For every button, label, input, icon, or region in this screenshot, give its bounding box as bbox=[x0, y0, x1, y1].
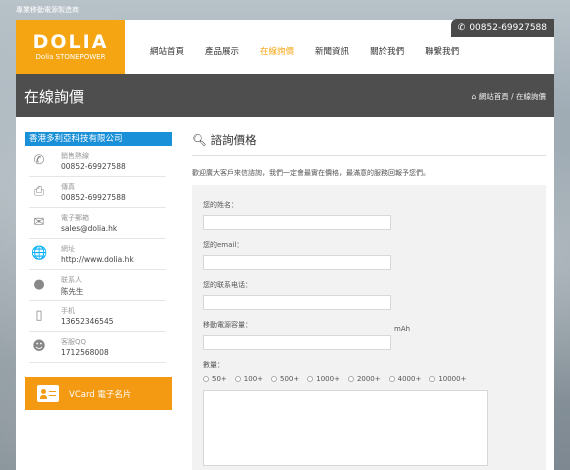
fax-icon: ⎙ bbox=[33, 184, 45, 199]
contact-label: 手机 bbox=[61, 307, 75, 315]
contact-value[interactable]: http://www.dolia.hk bbox=[61, 255, 166, 264]
quantity-radio[interactable]: 4000+ bbox=[388, 375, 421, 383]
sidebar: 香港多利亞科技有限公司 ✆ 銷售熱線 00852-69927588 ⎙ 傳真 00852… bbox=[25, 132, 172, 410]
capacity-field[interactable] bbox=[203, 335, 391, 350]
contact-value: 陈先生 bbox=[61, 287, 84, 296]
quantity-radio[interactable]: 2000+ bbox=[347, 375, 381, 383]
nav-home[interactable]: 網站首頁 bbox=[150, 45, 184, 57]
phone-icon: ✆ bbox=[33, 153, 45, 168]
mobile-icon: ▯ bbox=[35, 308, 43, 323]
qq-icon: ☻ bbox=[32, 339, 46, 354]
main-nav: 網站首頁 產品展示 在線詢價 新聞資訊 關於我們 聯繫我們 bbox=[150, 45, 480, 57]
vcard-icon bbox=[37, 385, 59, 402]
quantity-label: 數量： bbox=[203, 361, 224, 369]
nav-contact[interactable]: 聯繫我們 bbox=[425, 45, 459, 57]
contact-value: 13652346545 bbox=[61, 317, 114, 326]
section-title: 🔍︎ 諮詢價格 bbox=[192, 132, 546, 156]
contact-value: 00852-69927588 bbox=[61, 162, 126, 171]
capacity-unit: mAh bbox=[394, 325, 411, 333]
top-tagline: 專業移動電源製造商 bbox=[16, 6, 79, 14]
nav-news[interactable]: 新聞資訊 bbox=[315, 45, 349, 57]
quantity-radio[interactable]: 50+ bbox=[203, 375, 227, 383]
tel-field[interactable] bbox=[203, 295, 391, 310]
globe-icon: 🌐 bbox=[31, 246, 48, 261]
contact-label: 電子郵箱 bbox=[61, 214, 89, 222]
contact-value: 00852-69927588 bbox=[61, 193, 126, 202]
contact-value: 1712568008 bbox=[61, 348, 109, 357]
name-field[interactable] bbox=[203, 215, 391, 230]
intro-text: 歡迎廣大客戶來信諮詢，我們一定會最實在價格，最滿意的服務回報予您們。 bbox=[192, 169, 430, 177]
tel-label: 您的联系电话： bbox=[203, 281, 252, 289]
phone-number: 00852-69927588 bbox=[469, 23, 547, 33]
name-label: 您的姓名： bbox=[203, 201, 238, 209]
contact-item: ✆ 銷售熱線 00852-69927588 bbox=[29, 146, 166, 177]
quantity-radio[interactable]: 10000+ bbox=[429, 375, 466, 383]
message-textarea[interactable] bbox=[203, 390, 488, 466]
home-icon: ⌂ bbox=[471, 92, 477, 101]
quantity-radio[interactable]: 100+ bbox=[234, 375, 263, 383]
capacity-label: 移動電源容量： bbox=[203, 321, 252, 329]
breadcrumb-text[interactable]: 網站首頁 / 在線詢價 bbox=[479, 92, 546, 101]
phone-icon: ✆ bbox=[457, 23, 466, 33]
quantity-radio[interactable]: 1000+ bbox=[307, 375, 340, 383]
contact-label: 客服QQ bbox=[61, 338, 87, 346]
logo[interactable]: DOLIA Dolia STONEPOWER bbox=[16, 20, 125, 74]
contact-value[interactable]: sales@dolia.hk bbox=[61, 224, 166, 233]
contact-item: ✉ 電子郵箱 sales@dolia.hk bbox=[29, 208, 166, 239]
contact-label: 網址 bbox=[61, 245, 75, 253]
page-title: 在線詢價 bbox=[24, 88, 85, 106]
phone-badge[interactable]: ✆ 00852-69927588 bbox=[450, 19, 554, 37]
inquiry-form: 您的姓名： 您的email： 您的联系电话： 移動電源容量： mAh 數量： 5… bbox=[192, 185, 546, 470]
contact-label: 銷售熱線 bbox=[61, 152, 89, 160]
breadcrumb[interactable]: ⌂ 網站首頁 / 在線詢價 bbox=[472, 91, 546, 102]
main-content: 香港多利亞科技有限公司 ✆ 銷售熱線 00852-69927588 ⎙ 傳真 00852… bbox=[16, 117, 554, 470]
mail-icon: ✉ bbox=[33, 215, 45, 230]
user-icon: ● bbox=[33, 277, 45, 292]
nav-products[interactable]: 產品展示 bbox=[205, 45, 239, 57]
contact-label: 傳真 bbox=[61, 183, 75, 191]
vcard-label: VCard 電子名片 bbox=[69, 390, 132, 400]
contact-item: 🌐 網址 http://www.dolia.hk bbox=[29, 239, 166, 270]
nav-about[interactable]: 關於我們 bbox=[370, 45, 404, 57]
contact-item: ● 联系人陈先生 bbox=[29, 270, 166, 301]
nav-inquiry[interactable]: 在線詢價 bbox=[260, 45, 294, 57]
logo-sub: Dolia STONEPOWER bbox=[35, 53, 106, 61]
section-title-text: 諮詢價格 bbox=[210, 133, 257, 147]
email-label: 您的email： bbox=[203, 241, 244, 249]
inquiry-section: 🔍︎ 諮詢價格 歡迎廣大客戶來信諮詢，我們一定會最實在價格，最滿意的服務回報予您們… bbox=[192, 132, 546, 470]
quantity-options: 50+ 100+ 500+ 1000+ 2000+ 4000+ 10000+ bbox=[203, 375, 546, 383]
search-icon: 🔍︎ bbox=[192, 133, 207, 147]
contact-item: ▯ 手机 13652346545 bbox=[29, 301, 166, 332]
contact-label: 联系人 bbox=[61, 276, 82, 284]
vcard-button[interactable]: VCard 電子名片 bbox=[25, 377, 172, 410]
page-banner: 在線詢價 ⌂ 網站首頁 / 在線詢價 bbox=[16, 74, 554, 117]
contact-item: ⎙ 傳真 00852-69927588 bbox=[29, 177, 166, 208]
company-name: 香港多利亞科技有限公司 bbox=[25, 132, 172, 146]
quantity-radio[interactable]: 500+ bbox=[271, 375, 299, 383]
logo-name: DOLIA bbox=[32, 31, 109, 53]
contact-item: ☻ 客服QQ 1712568008 bbox=[29, 332, 166, 363]
email-field[interactable] bbox=[203, 255, 391, 270]
